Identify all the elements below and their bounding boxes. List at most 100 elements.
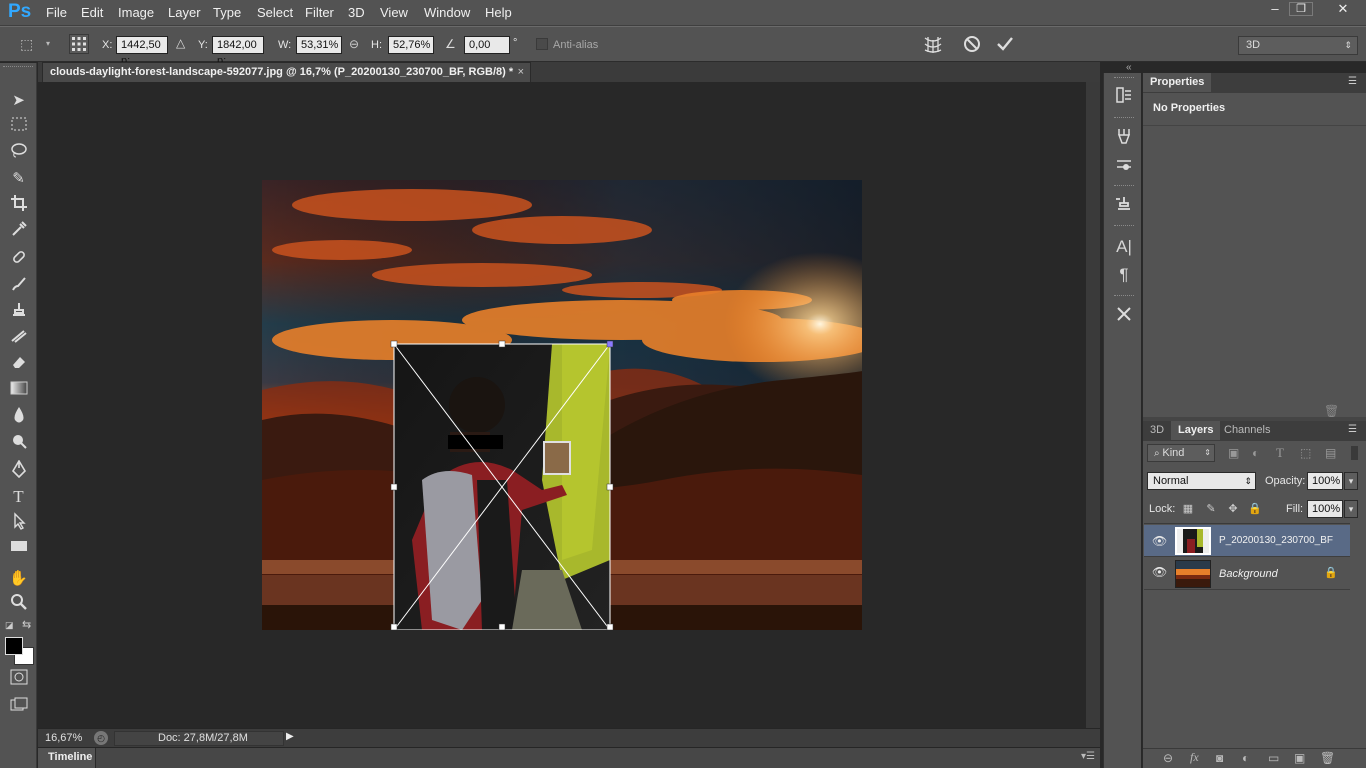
fill-field[interactable]: 100% (1307, 500, 1343, 518)
eraser-tool-icon[interactable] (6, 353, 31, 375)
commit-transform-icon[interactable] (994, 33, 1016, 55)
reference-point-icon[interactable] (69, 34, 89, 54)
workspace-select[interactable]: 3D ⇕ (1238, 36, 1358, 55)
swap-colors-icon[interactable]: ⇆ (22, 618, 31, 631)
new-layer-icon[interactable]: ▣ (1294, 751, 1305, 765)
eyedropper-tool-icon[interactable] (6, 220, 31, 242)
visibility-eye-icon[interactable]: 👁 (1152, 565, 1167, 579)
rectangle-tool-icon[interactable] (6, 538, 31, 560)
status-info-icon[interactable]: ◴ (94, 731, 108, 745)
document-tab[interactable]: clouds-daylight-forest-landscape-592077.… (42, 62, 531, 82)
layer-style-icon[interactable]: fx (1190, 750, 1199, 765)
crop-tool-icon[interactable] (6, 194, 31, 216)
filter-kind-select[interactable]: ⌕ Kind ⇕ (1147, 444, 1215, 462)
lock-position-icon[interactable]: ✥ (1226, 502, 1240, 516)
antialias-checkbox[interactable] (536, 38, 548, 50)
history-icon[interactable] (1113, 86, 1135, 108)
close-button[interactable]: ✕ (1326, 0, 1360, 20)
menu-help[interactable]: Help (485, 5, 512, 20)
filter-smart-object-icon[interactable]: ▤ (1325, 446, 1336, 460)
dodge-tool-icon[interactable] (6, 432, 31, 454)
clone-stamp-tool-icon[interactable] (6, 301, 31, 323)
cancel-transform-icon[interactable] (961, 33, 983, 55)
brush-tool-icon[interactable] (6, 275, 31, 297)
default-colors-icon[interactable]: ◪ (5, 620, 14, 631)
properties-trash-icon[interactable]: 🗑 (1324, 404, 1339, 418)
menu-file[interactable]: File (46, 5, 67, 20)
brush-presets-icon[interactable] (1113, 127, 1135, 149)
tool-presets-icon[interactable] (1113, 305, 1135, 327)
vertical-scrollbar[interactable] (1086, 82, 1100, 728)
y-field[interactable]: 1842,00 p: (212, 36, 264, 67)
adjustment-layer-icon[interactable]: ◐ (1242, 751, 1249, 765)
menu-image[interactable]: Image (118, 5, 154, 20)
layers-menu-icon[interactable]: ☰ (1348, 424, 1357, 435)
warp-icon[interactable] (922, 33, 944, 55)
menu-type[interactable]: Type (213, 5, 241, 20)
link-layers-icon[interactable]: ⊖ (1163, 751, 1173, 765)
character-icon[interactable]: A| (1113, 236, 1135, 258)
width-field[interactable]: 53,31% (296, 36, 342, 54)
tab-layers[interactable]: Layers (1171, 421, 1221, 440)
layer-row[interactable]: 👁 Background 🔒 (1144, 558, 1350, 590)
menu-edit[interactable]: Edit (81, 5, 103, 20)
properties-menu-icon[interactable]: ☰ (1348, 76, 1357, 87)
screen-mode-icon[interactable] (6, 697, 31, 719)
type-tool-icon[interactable]: T (6, 486, 31, 508)
quick-mask-icon[interactable] (6, 669, 31, 691)
document-image[interactable] (262, 180, 862, 630)
collapse-dock-icon[interactable]: « (1126, 62, 1132, 73)
fill-arrow-icon[interactable]: ▾ (1344, 500, 1358, 518)
move-tool-icon[interactable]: ➤ (6, 90, 31, 112)
filter-pixel-icon[interactable]: ▣ (1228, 446, 1239, 460)
gradient-tool-icon[interactable] (6, 380, 31, 402)
healing-brush-tool-icon[interactable] (6, 248, 31, 270)
menu-3d[interactable]: 3D (348, 5, 365, 20)
pen-tool-icon[interactable] (6, 459, 31, 482)
status-menu-arrow-icon[interactable]: ▶ (286, 731, 298, 746)
hand-tool-icon[interactable]: ✋ (6, 568, 31, 590)
quick-selection-tool-icon[interactable]: ✎ (6, 168, 31, 190)
opacity-arrow-icon[interactable]: ▾ (1344, 472, 1358, 490)
restore-button[interactable]: ❐ (1289, 2, 1313, 16)
delete-layer-icon[interactable]: 🗑 (1320, 751, 1335, 765)
filter-toggle-icon[interactable] (1351, 446, 1358, 460)
blur-tool-icon[interactable] (6, 406, 31, 428)
timeline-menu-icon[interactable]: ▾☰ (1081, 751, 1095, 762)
link-icon[interactable]: ⊖ (349, 37, 359, 51)
new-group-icon[interactable]: ▭ (1268, 751, 1279, 765)
close-document-icon[interactable]: × (518, 63, 524, 82)
tab-channels[interactable]: Channels (1217, 421, 1277, 440)
visibility-eye-icon[interactable]: 👁 (1152, 534, 1167, 548)
paragraph-icon[interactable]: ¶ (1113, 264, 1135, 286)
zoom-tool-icon[interactable] (6, 593, 31, 615)
marquee-tool-icon[interactable] (6, 116, 31, 138)
transform-tool-icon[interactable]: ⬚ (20, 36, 40, 54)
lock-pixels-icon[interactable]: ✎ (1204, 502, 1218, 516)
layer-name[interactable]: Background (1219, 568, 1278, 580)
clone-source-icon[interactable] (1113, 195, 1135, 217)
blend-mode-select[interactable]: Normal ⇕ (1147, 472, 1256, 490)
history-brush-tool-icon[interactable] (6, 327, 31, 349)
zoom-level[interactable]: 16,67% (45, 732, 82, 744)
foreground-color-swatch[interactable] (5, 637, 23, 655)
menu-filter[interactable]: Filter (305, 5, 334, 20)
menu-layer[interactable]: Layer (168, 5, 201, 20)
timeline-tab[interactable]: Timeline (48, 751, 92, 763)
tab-properties[interactable]: Properties (1143, 73, 1212, 92)
menu-view[interactable]: View (380, 5, 408, 20)
brush-panel-icon[interactable] (1113, 155, 1135, 177)
layer-name[interactable]: P_20200130_230700_BF (1219, 535, 1333, 546)
filter-type-icon[interactable]: T (1276, 445, 1284, 461)
x-field[interactable]: 1442,50 p: (116, 36, 168, 67)
add-mask-icon[interactable]: ◙ (1216, 751, 1223, 765)
filter-adjustment-icon[interactable]: ◐ (1252, 446, 1259, 460)
layer-row[interactable]: 👁 P_20200130_230700_BF (1144, 525, 1350, 557)
minimize-button[interactable]: – (1261, 0, 1289, 20)
path-selection-tool-icon[interactable] (6, 512, 31, 534)
menu-select[interactable]: Select (257, 5, 293, 20)
tab-3d[interactable]: 3D (1143, 421, 1171, 440)
lock-all-icon[interactable]: 🔒 (1248, 502, 1262, 516)
opacity-field[interactable]: 100% (1307, 472, 1343, 490)
lasso-tool-icon[interactable] (6, 142, 31, 164)
